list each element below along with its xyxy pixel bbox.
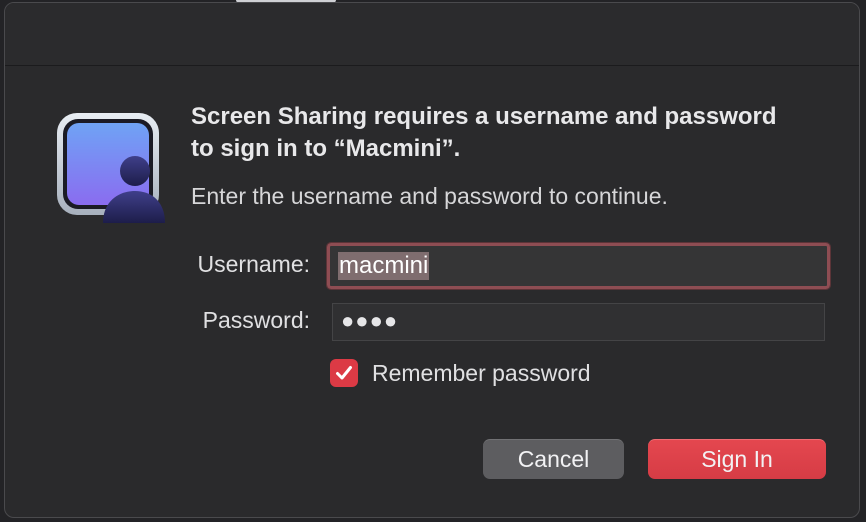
checkmark-icon: [336, 366, 352, 380]
sign-in-button[interactable]: Sign In: [648, 439, 826, 479]
remember-password-checkbox[interactable]: [330, 359, 358, 387]
sign-in-dialog: Screen Sharing requires a username and p…: [4, 2, 860, 518]
remember-password-label: Remember password: [372, 359, 591, 386]
username-value: macmini: [338, 252, 430, 280]
screen-sharing-icon: [57, 113, 165, 223]
remember-password-row[interactable]: Remember password: [330, 359, 591, 387]
dialog-headline: Screen Sharing requires a username and p…: [191, 103, 777, 162]
username-label: Username:: [197, 251, 310, 277]
password-input[interactable]: ●●●●: [332, 303, 825, 341]
cancel-button[interactable]: Cancel: [483, 439, 624, 479]
dialog-subtext: Enter the username and password to conti…: [191, 183, 668, 209]
dialog-titlebar: [5, 3, 859, 66]
username-input[interactable]: macmini: [326, 242, 831, 290]
password-label: Password:: [202, 307, 310, 333]
